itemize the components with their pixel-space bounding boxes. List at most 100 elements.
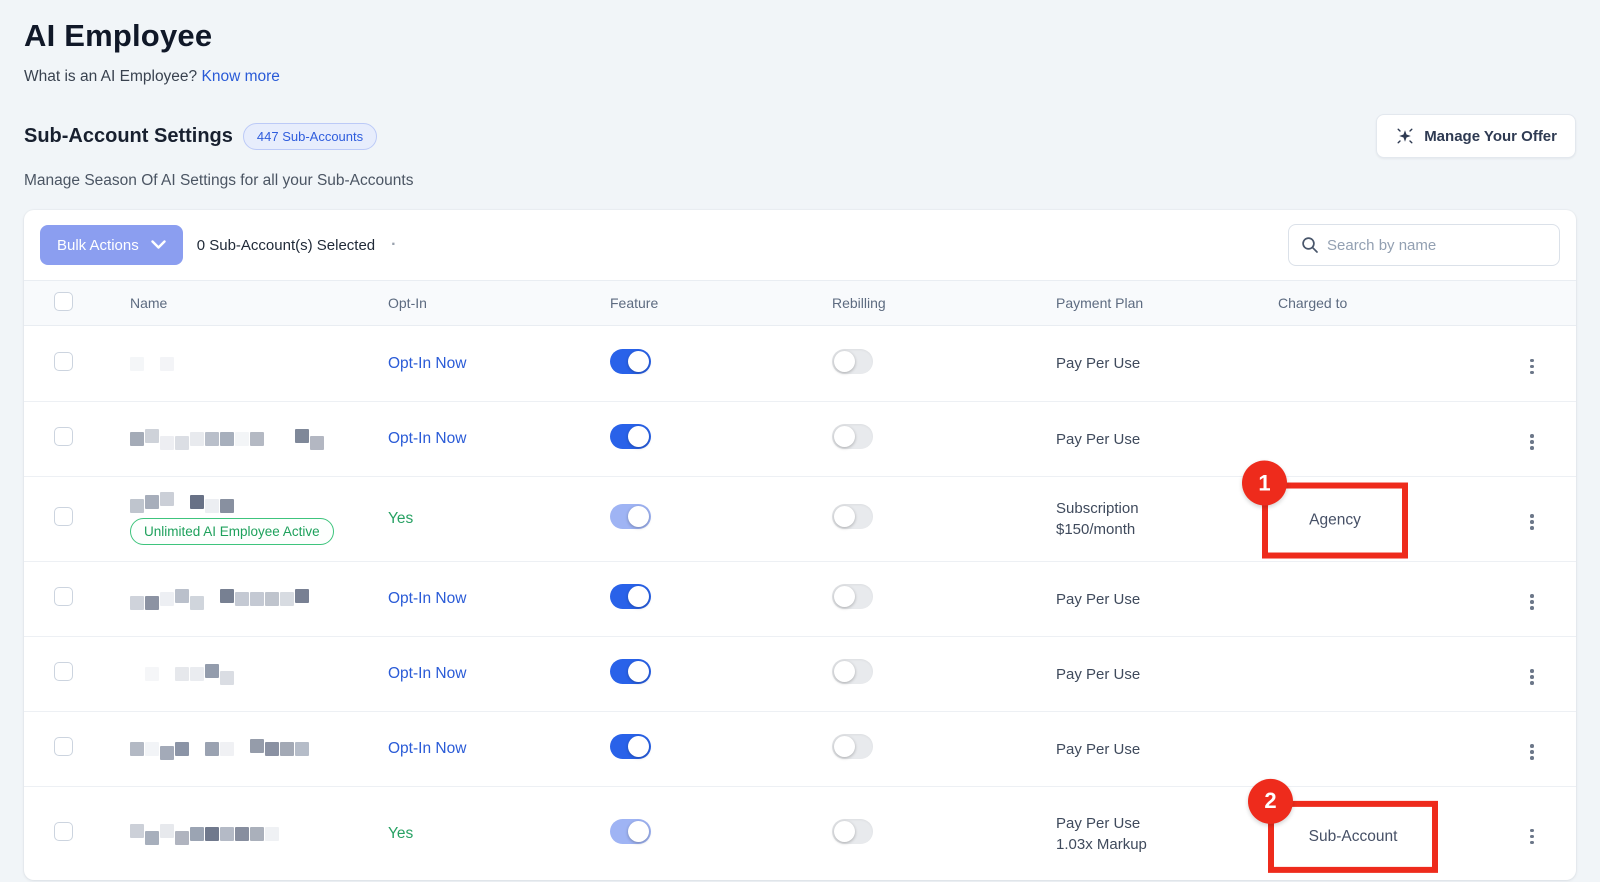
feature-toggle[interactable] — [610, 659, 651, 684]
charged-to-cell — [1254, 326, 1480, 401]
manage-your-offer-button[interactable]: Manage Your Offer — [1376, 114, 1576, 158]
opt-in-now-link[interactable]: Opt-In Now — [388, 740, 466, 757]
rebilling-toggle[interactable] — [832, 734, 873, 759]
unlimited-ai-employee-badge: Unlimited AI Employee Active — [130, 518, 334, 545]
redacted-pixel-block — [175, 831, 189, 845]
toggle-knob — [834, 506, 855, 527]
redacted-pixel-block — [205, 742, 219, 756]
charged-to-cell: 2Sub-Account — [1254, 787, 1480, 880]
payment-plan-line: $150/month — [1056, 519, 1254, 540]
redacted-pixel-block — [160, 824, 174, 838]
kebab-menu-icon[interactable] — [1526, 740, 1538, 764]
feature-toggle[interactable] — [610, 819, 651, 844]
kebab-menu-icon[interactable] — [1526, 590, 1538, 614]
opt-in-now-link[interactable]: Opt-In Now — [388, 590, 466, 607]
payment-plan-cell: Pay Per Use — [1032, 589, 1254, 610]
bulk-actions-button[interactable]: Bulk Actions — [40, 225, 183, 265]
opt-in-now-link[interactable]: Opt-In Now — [388, 665, 466, 682]
feature-toggle[interactable] — [610, 584, 651, 609]
feature-toggle[interactable] — [610, 424, 651, 449]
toggle-knob — [628, 426, 649, 447]
annotation-highlight-box: 2Sub-Account — [1268, 800, 1438, 872]
rebilling-toggle[interactable] — [832, 349, 873, 374]
opt-in-yes-label: Yes — [388, 510, 413, 527]
section-subtitle: Manage Season Of AI Settings for all you… — [24, 172, 1576, 190]
search-input[interactable] — [1327, 237, 1547, 254]
account-name-redacted — [104, 740, 388, 758]
row-checkbox[interactable] — [54, 737, 73, 756]
payment-plan-line: Pay Per Use — [1056, 353, 1254, 374]
rebilling-toggle[interactable] — [832, 659, 873, 684]
toggle-knob — [628, 661, 649, 682]
row-checkbox[interactable] — [54, 507, 73, 526]
redacted-pixel-block — [295, 429, 309, 443]
opt-in-now-link[interactable]: Opt-In Now — [388, 430, 466, 447]
sparkle-icon — [1395, 126, 1415, 146]
opt-in-now-link[interactable]: Opt-In Now — [388, 355, 466, 372]
redacted-pixel-block — [205, 499, 219, 513]
kebab-menu-icon[interactable] — [1526, 510, 1538, 534]
header-name: Name — [104, 295, 388, 311]
redacted-pixel-block — [145, 354, 159, 368]
rebilling-toggle[interactable] — [832, 424, 873, 449]
row-checkbox[interactable] — [54, 427, 73, 446]
charged-to-cell — [1254, 402, 1480, 476]
kebab-menu-icon[interactable] — [1526, 355, 1538, 379]
manage-your-offer-label: Manage Your Offer — [1424, 128, 1557, 145]
header-feature: Feature — [586, 295, 808, 311]
chevron-down-icon — [151, 240, 166, 250]
account-name-redacted — [104, 825, 388, 843]
redacted-pixel-block — [265, 827, 279, 841]
payment-plan-line: 1.03x Markup — [1056, 834, 1254, 855]
redacted-pixel-block — [205, 589, 219, 603]
redacted-pixel-block — [145, 429, 159, 443]
row-checkbox[interactable] — [54, 587, 73, 606]
payment-plan-cell: Pay Per Use — [1032, 664, 1254, 685]
feature-toggle[interactable] — [610, 349, 651, 374]
toggle-knob — [834, 426, 855, 447]
redacted-pixel-block — [160, 664, 174, 678]
redacted-pixel-block — [160, 436, 174, 450]
rebilling-toggle[interactable] — [832, 819, 873, 844]
rebilling-toggle[interactable] — [832, 584, 873, 609]
redacted-name-blur — [130, 493, 235, 511]
know-more-link[interactable]: Know more — [201, 68, 279, 85]
charged-to-value: Sub-Account — [1309, 827, 1398, 845]
redacted-pixel-block — [205, 827, 219, 841]
redacted-pixel-block — [130, 671, 144, 685]
redacted-pixel-block — [190, 432, 204, 446]
annotation-number-badge: 1 — [1242, 461, 1287, 506]
redacted-pixel-block — [160, 746, 174, 760]
kebab-menu-icon[interactable] — [1526, 825, 1538, 849]
redacted-pixel-block — [220, 432, 234, 446]
redacted-pixel-block — [175, 742, 189, 756]
feature-toggle[interactable] — [610, 504, 651, 529]
annotation-highlight-box: 1Agency — [1262, 483, 1408, 559]
search-box[interactable] — [1288, 224, 1560, 266]
redacted-pixel-block — [235, 827, 249, 841]
rebilling-toggle[interactable] — [832, 504, 873, 529]
payment-plan-line: Subscription — [1056, 498, 1254, 519]
payment-plan-cell: Subscription$150/month — [1032, 498, 1254, 540]
redacted-pixel-block — [190, 827, 204, 841]
toggle-knob — [834, 661, 855, 682]
redacted-pixel-block — [310, 436, 324, 450]
toggle-knob — [834, 821, 855, 842]
redacted-pixel-block — [250, 592, 264, 606]
row-checkbox[interactable] — [54, 662, 73, 681]
feature-toggle[interactable] — [610, 734, 651, 759]
redacted-pixel-block — [175, 436, 189, 450]
redacted-pixel-block — [190, 739, 204, 753]
redacted-pixel-block — [190, 495, 204, 509]
redacted-name-blur — [130, 430, 325, 448]
redacted-pixel-block — [175, 667, 189, 681]
row-checkbox[interactable] — [54, 352, 73, 371]
account-name-redacted — [104, 355, 388, 373]
separator-dot: · — [391, 236, 396, 254]
account-name-redacted: Unlimited AI Employee Active — [104, 493, 388, 545]
select-all-checkbox[interactable] — [54, 292, 73, 311]
kebab-menu-icon[interactable] — [1526, 430, 1538, 454]
redacted-pixel-block — [190, 596, 204, 610]
kebab-menu-icon[interactable] — [1526, 665, 1538, 689]
row-checkbox[interactable] — [54, 822, 73, 841]
